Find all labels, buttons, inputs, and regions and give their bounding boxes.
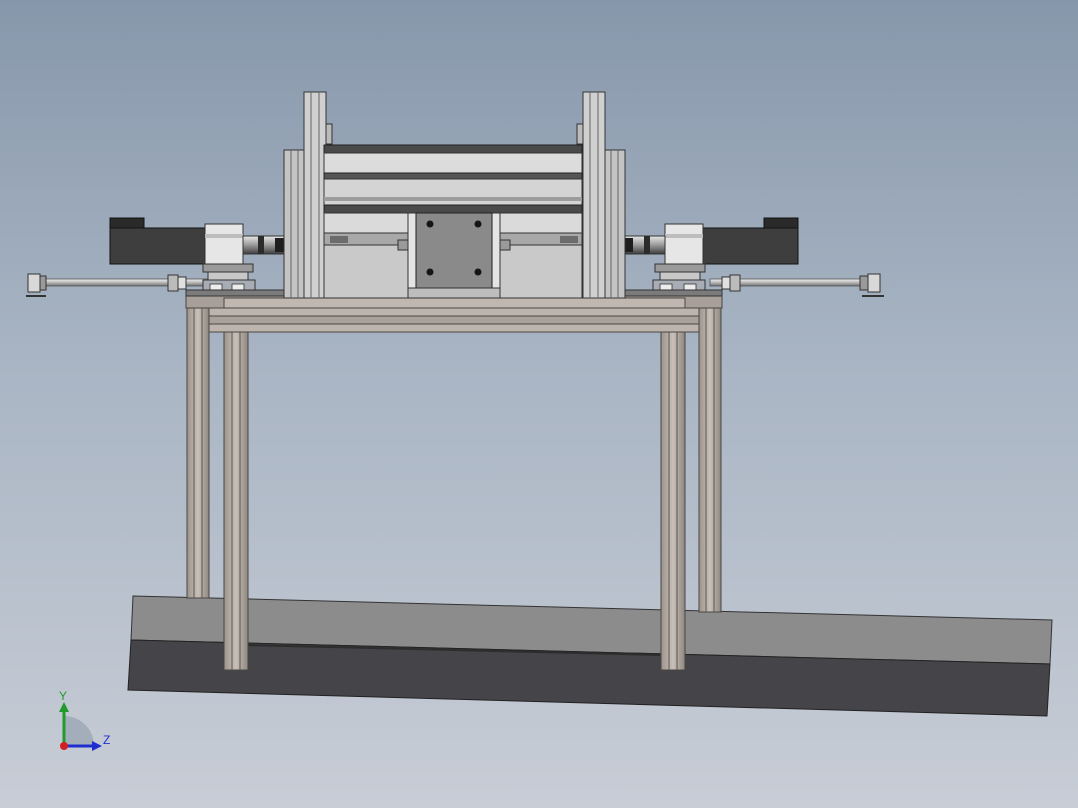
right-rail-block <box>619 279 723 297</box>
x-axis-point <box>60 742 68 750</box>
base-slab <box>127 595 1053 717</box>
y-axis-arrowhead <box>59 702 69 712</box>
coordinate-triad[interactable]: Y Z <box>59 689 110 751</box>
left-servo-motor <box>109 217 286 281</box>
left-guide-rod <box>26 273 210 297</box>
rear-frame-posts <box>186 299 722 613</box>
table-top-beams <box>185 295 723 333</box>
triad-quarter-disc <box>64 716 94 746</box>
carriage-bolt <box>474 220 482 228</box>
center-carriage <box>397 212 511 299</box>
right-servo-motor <box>622 217 799 281</box>
carriage-bolt <box>426 220 434 228</box>
z-axis-label: Z <box>103 733 110 747</box>
carriage-bolt <box>426 268 434 276</box>
right-guide-rod <box>709 273 884 297</box>
z-axis-arrowhead <box>92 741 102 751</box>
assembly-drawing: Y Z <box>26 91 1053 751</box>
cad-viewport[interactable]: Y Z <box>0 0 1078 808</box>
y-axis-label: Y <box>59 689 67 703</box>
right-gantry-upright <box>576 91 626 299</box>
carriage-bolt <box>474 268 482 276</box>
